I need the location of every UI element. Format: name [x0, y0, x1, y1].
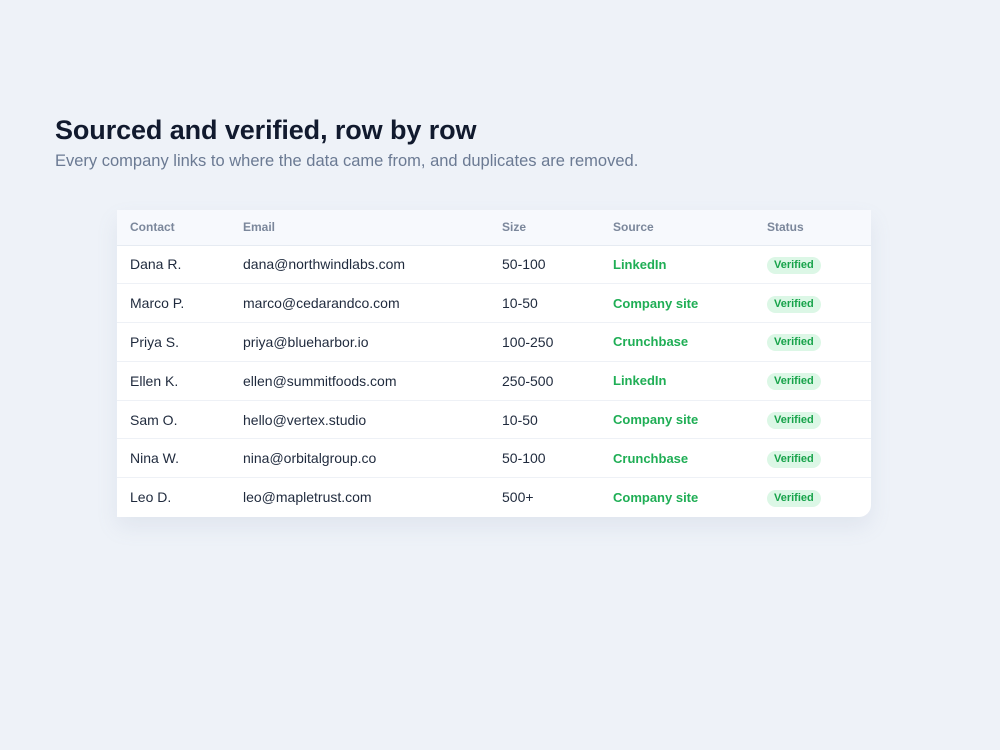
table-header: Contact Email Size Source Status [117, 210, 871, 246]
table-row[interactable]: Priya S. priya@blueharbor.io 100-250 Cru… [117, 322, 871, 362]
table-row[interactable]: Nina W. nina@orbitalgroup.co 50-100 Crun… [117, 438, 871, 478]
status-badge: Verified [767, 256, 821, 274]
size-cell: 10-50 [489, 399, 600, 439]
status-cell: Verified [754, 245, 871, 284]
size-cell: 100-250 [489, 322, 600, 362]
source-link[interactable]: Company site [600, 399, 754, 439]
page-subtitle: Every company links to where the data ca… [55, 152, 639, 170]
status-cell: Verified [754, 360, 871, 401]
contact-cell: Marco P. [117, 283, 230, 323]
size-cell: 50-100 [489, 438, 600, 478]
email-cell: priya@blueharbor.io [230, 322, 489, 362]
size-cell: 250-500 [489, 360, 600, 401]
status-badge: Verified [767, 334, 821, 352]
column-header-source[interactable]: Source [600, 210, 754, 246]
email-cell: nina@orbitalgroup.co [230, 438, 489, 478]
email-cell: leo@mapletrust.com [230, 477, 489, 517]
source-link[interactable]: LinkedIn [600, 245, 754, 284]
status-badge: Verified [767, 412, 821, 430]
contact-cell: Dana R. [130, 256, 182, 273]
contacts-table-card: Contact Email Size Source Status Dana R.… [117, 210, 871, 517]
status-badge: Verified [767, 295, 821, 313]
status-cell: Verified [754, 283, 871, 323]
status-badge: Verified [767, 489, 821, 507]
contact-cell: Ellen K. [117, 360, 230, 401]
contact-cell: Nina W. [117, 438, 230, 478]
status-badge: Verified [767, 450, 821, 468]
source-link[interactable]: Company site [600, 477, 754, 517]
column-header-status[interactable]: Status [754, 210, 871, 246]
source-link[interactable]: Crunchbase [600, 322, 754, 362]
status-badge: Verified [767, 373, 821, 391]
email-cell: ellen@summitfoods.com [230, 360, 489, 401]
table-row[interactable]: Ellen K. ellen@summitfoods.com 250-500 L… [117, 360, 871, 401]
contact-cell: Sam O. [117, 399, 230, 439]
column-header-contact[interactable]: Contact [117, 210, 230, 246]
status-cell: Verified [754, 438, 871, 478]
source-link[interactable]: LinkedIn [600, 360, 754, 401]
contact-cell: Leo D. [117, 477, 230, 517]
email-cell: hello@vertex.studio [230, 399, 489, 439]
source-link[interactable]: Crunchbase [600, 438, 754, 478]
page-title: Sourced and verified, row by row [55, 115, 477, 145]
size-cell: 10-50 [489, 283, 600, 323]
source-link[interactable]: Company site [600, 283, 754, 323]
status-cell: Verified [754, 322, 871, 362]
size-cell: 50-100 [502, 256, 546, 273]
header-row: Contact Email Size Source Status [117, 210, 871, 246]
table-row[interactable]: Dana R. dana@northwindlabs.com 50-100 Li… [117, 245, 871, 284]
status-cell: Verified [754, 477, 871, 517]
table-row[interactable]: Marco P. marco@cedarandco.com 10-50 Comp… [117, 283, 871, 323]
table-body: Dana R. dana@northwindlabs.com 50-100 Li… [117, 245, 871, 517]
table-row[interactable]: Sam O. hello@vertex.studio 10-50 Company… [117, 399, 871, 439]
column-header-size[interactable]: Size [489, 210, 600, 246]
email-cell: dana@northwindlabs.com [243, 256, 406, 273]
contact-cell: Priya S. [117, 322, 230, 362]
email-cell: marco@cedarandco.com [230, 283, 489, 323]
size-cell: 500+ [489, 477, 600, 517]
contacts-table: Contact Email Size Source Status Dana R.… [117, 210, 871, 517]
column-header-email[interactable]: Email [230, 210, 489, 246]
status-cell: Verified [754, 399, 871, 439]
table-row[interactable]: Leo D. leo@mapletrust.com 500+ Company s… [117, 477, 871, 517]
